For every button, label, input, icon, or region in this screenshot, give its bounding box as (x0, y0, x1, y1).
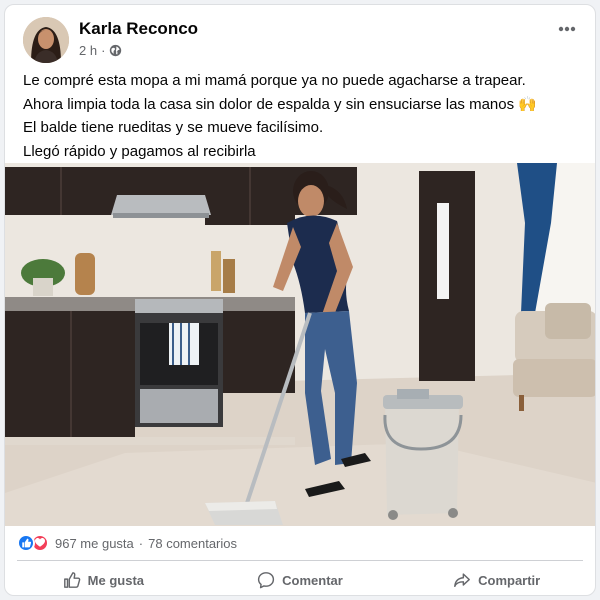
post-text-line: Llegó rápido y pagamos al recibirla (23, 142, 256, 160)
post-time[interactable]: 2 h (79, 43, 97, 58)
share-button[interactable]: Compartir (398, 565, 595, 595)
post-text-line: Ahora limpia toda la casa sin dolor de e… (23, 95, 537, 113)
post-meta: 2 h · (79, 43, 122, 58)
share-icon (454, 573, 471, 588)
post-card: Karla Reconco 2 h · Le compré esta mopa … (4, 4, 596, 596)
post-text: Le compré esta mopa a mi mamá porque ya … (23, 69, 581, 163)
meta-separator: · (101, 43, 106, 58)
comment-icon (258, 572, 275, 589)
share-button-label: Compartir (478, 572, 541, 588)
comment-button[interactable]: Comentar (202, 565, 399, 595)
reactions-bar[interactable]: 967 me gusta · 78 comentarios (17, 533, 583, 553)
likes-count[interactable]: 967 me gusta (55, 536, 134, 551)
like-button[interactable]: Me gusta (5, 565, 202, 595)
post-text-line: El balde tiene rueditas y se mueve facil… (23, 119, 324, 136)
post-photo[interactable] (5, 163, 595, 526)
like-button-label: Me gusta (87, 572, 144, 588)
author-avatar[interactable] (23, 17, 69, 63)
globe-icon (109, 44, 122, 57)
post-text-line: Le compré esta mopa a mi mamá porque ya … (23, 72, 526, 89)
reactions-separator: · (138, 535, 144, 551)
actions-divider (17, 560, 583, 561)
comment-button-label: Comentar (282, 572, 343, 588)
post-actions: Me gusta Comentar Compartir (5, 565, 595, 595)
comments-count[interactable]: 78 comentarios (148, 536, 237, 551)
post-header: Karla Reconco 2 h · (19, 17, 581, 69)
like-reaction-icon (17, 534, 35, 552)
author-name[interactable]: Karla Reconco (79, 19, 198, 39)
thumbs-up-icon (63, 572, 80, 588)
reaction-icons[interactable] (17, 534, 49, 552)
more-horizontal-icon[interactable] (555, 19, 579, 39)
